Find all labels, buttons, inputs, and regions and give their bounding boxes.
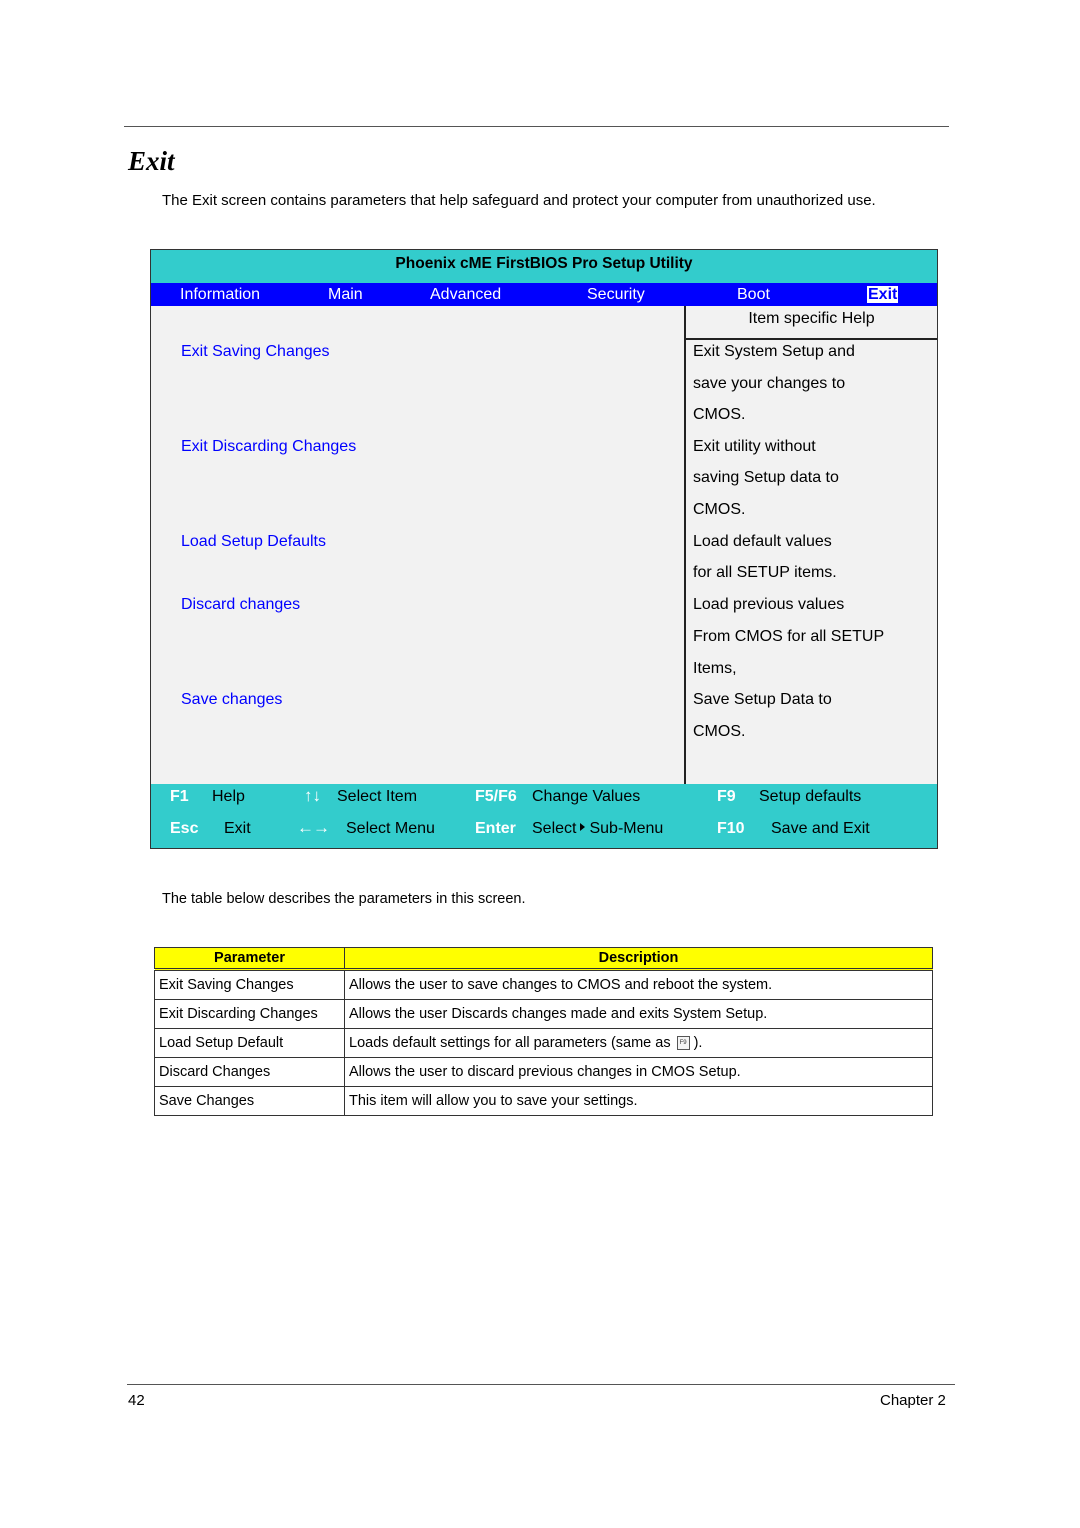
option-discard-changes[interactable]: Discard changes	[181, 596, 300, 614]
table-row: Exit Discarding Changes Allows the user …	[154, 999, 933, 1029]
help-text-line: CMOS.	[693, 501, 746, 518]
description-cell: Allows the user to save changes to CMOS …	[344, 969, 933, 1000]
key-f9-action: Setup defaults	[759, 788, 862, 805]
up-down-arrows-icon: ↑↓	[304, 786, 321, 805]
table-row: Exit Saving Changes Allows the user to s…	[154, 969, 933, 1000]
key-enter-action-label: Select	[532, 820, 577, 837]
description-suffix: ).	[693, 1035, 703, 1051]
help-text-line: Exit utility without	[693, 438, 816, 455]
table-row: Load Setup Default Loads default setting…	[154, 1028, 933, 1058]
key-arrows-action: Select Item	[337, 788, 418, 805]
help-text-line: for all SETUP items.	[693, 564, 837, 581]
column-header-description: Description	[344, 947, 933, 971]
help-text-line: Items,	[693, 660, 737, 677]
option-exit-discarding-changes[interactable]: Exit Discarding Changes	[181, 438, 356, 456]
key-f1-action: Help	[212, 788, 245, 805]
key-f10-action: Save and Exit	[771, 820, 870, 837]
left-right-arrows-icon: ←→	[297, 818, 330, 837]
key-esc: Esc	[170, 820, 199, 837]
bios-menu-bar: Information Main Advanced Security Boot …	[151, 283, 937, 306]
column-header-parameter: Parameter	[154, 947, 345, 971]
help-text-line: Load default values	[693, 533, 832, 550]
description-cell: Loads default settings for all parameter…	[344, 1028, 933, 1058]
table-row: Save Changes This item will allow you to…	[154, 1086, 933, 1116]
tab-information[interactable]: Information	[180, 283, 260, 306]
parameter-cell: Discard Changes	[154, 1057, 345, 1087]
tab-advanced[interactable]: Advanced	[430, 283, 501, 306]
table-intro-text: The table below describes the parameters…	[162, 891, 526, 907]
tab-main[interactable]: Main	[328, 283, 363, 306]
key-f9: F9	[717, 788, 736, 805]
help-panel-divider	[684, 306, 686, 784]
description-cell: This item will allow you to save your se…	[344, 1086, 933, 1116]
help-text-line: saving Setup data to	[693, 469, 839, 486]
parameters-table: Parameter Description Exit Saving Change…	[154, 947, 933, 1116]
key-f10: F10	[717, 820, 745, 837]
f9-key-icon: F9	[676, 1036, 690, 1051]
parameter-cell: Exit Discarding Changes	[154, 999, 345, 1029]
page-title: Exit	[128, 146, 175, 176]
help-panel-header: Item specific Help	[686, 306, 937, 340]
description-cell: Allows the user to discard previous chan…	[344, 1057, 933, 1087]
header-rule	[124, 126, 949, 127]
footer-rule	[127, 1384, 955, 1385]
key-f5-f6-action: Change Values	[532, 788, 641, 805]
description-text: Loads default settings for all parameter…	[349, 1035, 671, 1051]
help-text-line: CMOS.	[693, 723, 746, 740]
help-text-line: save your changes to	[693, 375, 846, 392]
parameter-cell: Exit Saving Changes	[154, 969, 345, 1000]
key-left-right-action: Select Menu	[346, 820, 435, 837]
help-text-line: CMOS.	[693, 406, 746, 423]
help-text-line: Exit System Setup and	[693, 343, 855, 360]
option-save-changes[interactable]: Save changes	[181, 691, 282, 709]
submenu-triangle-icon	[580, 823, 586, 832]
key-esc-action: Exit	[224, 820, 251, 837]
help-text-line: From CMOS for all SETUP	[693, 628, 885, 645]
tab-boot[interactable]: Boot	[737, 283, 770, 306]
parameter-cell: Save Changes	[154, 1086, 345, 1116]
bios-screenshot: Phoenix cME FirstBIOS Pro Setup Utility …	[150, 249, 938, 849]
key-f1: F1	[170, 788, 189, 805]
key-enter-action: Select Sub-Menu	[532, 820, 663, 838]
tab-security[interactable]: Security	[587, 283, 645, 306]
help-text-line: Save Setup Data to	[693, 691, 832, 708]
option-load-setup-defaults[interactable]: Load Setup Defaults	[181, 533, 326, 551]
help-text-line: Load previous values	[693, 596, 845, 613]
description-cell: Allows the user Discards changes made an…	[344, 999, 933, 1029]
bios-title-bar: Phoenix cME FirstBIOS Pro Setup Utility	[151, 250, 937, 283]
option-exit-saving-changes[interactable]: Exit Saving Changes	[181, 343, 330, 361]
table-header-row: Parameter Description	[154, 947, 933, 971]
key-f5-f6: F5/F6	[475, 788, 517, 805]
table-row: Discard Changes Allows the user to disca…	[154, 1057, 933, 1087]
bios-key-legend: F1 Help ↑↓ Select Item F5/F6 Change Valu…	[151, 784, 937, 848]
tab-exit[interactable]: Exit	[867, 286, 899, 303]
parameter-cell: Load Setup Default	[154, 1028, 345, 1058]
page-number: 42	[128, 1392, 145, 1409]
intro-paragraph: The Exit screen contains parameters that…	[162, 192, 876, 209]
key-enter-submenu-label: Sub-Menu	[589, 820, 664, 837]
key-enter: Enter	[475, 820, 516, 837]
chapter-label: Chapter 2	[880, 1392, 946, 1409]
